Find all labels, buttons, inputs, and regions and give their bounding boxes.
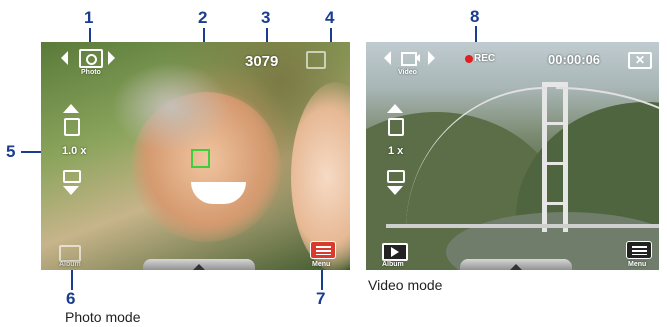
photo-mode-label: Photo [81, 69, 101, 76]
video-mode-screen: Video REC 00:00:06 ✕ 1 x Album Menu [366, 42, 659, 270]
rec-icon [465, 55, 473, 63]
video-camera-icon[interactable] [401, 50, 420, 66]
callout-line-7 [321, 268, 323, 290]
video-zoom-level: 1 x [388, 145, 404, 157]
video-menu-icon[interactable] [626, 241, 652, 259]
callout-4: 4 [325, 8, 335, 27]
close-icon[interactable] [306, 51, 326, 69]
focus-bracket-icon [191, 149, 210, 168]
callout-5: 5 [6, 142, 16, 161]
camera-icon[interactable] [79, 49, 103, 68]
video-zoom-in-arrow-icon[interactable] [387, 104, 403, 113]
prev-mode-arrow-icon[interactable] [61, 51, 68, 65]
bridge-cable-right [556, 87, 659, 229]
zoom-in-icon[interactable] [64, 118, 80, 136]
video-menu-label[interactable]: Menu [628, 261, 646, 268]
video-mode-label: Video [398, 69, 417, 76]
zoom-out-icon[interactable] [63, 170, 81, 183]
zoom-in-arrow-icon[interactable] [63, 104, 79, 113]
capture-button[interactable] [143, 259, 255, 270]
zoom-out-arrow-icon[interactable] [63, 186, 79, 195]
bridge-cable-left [406, 87, 546, 229]
video-prev-mode-arrow-icon[interactable] [384, 51, 391, 65]
rec-label: REC [474, 53, 496, 64]
video-mode-caption: Video mode [368, 277, 443, 293]
photo-mode-screen: Photo 3079 1.0 x Album Menu [41, 42, 350, 270]
callout-3: 3 [261, 8, 271, 27]
callout-8: 8 [470, 7, 480, 26]
callout-2: 2 [198, 8, 208, 27]
menu-icon[interactable] [310, 241, 336, 259]
callout-6: 6 [66, 289, 76, 308]
photo-mode-caption: Photo mode [65, 309, 141, 325]
callout-1: 1 [84, 8, 94, 27]
video-zoom-out-icon[interactable] [387, 170, 405, 183]
photo-menu-label[interactable]: Menu [312, 261, 330, 268]
video-timer: 00:00:06 [548, 52, 601, 67]
video-capture-button[interactable] [460, 259, 572, 270]
album-icon[interactable] [59, 245, 81, 262]
next-mode-arrow-icon[interactable] [108, 51, 115, 65]
video-album-icon[interactable] [382, 243, 408, 261]
video-next-mode-arrow-icon[interactable] [428, 51, 435, 65]
photo-zoom-level: 1.0 x [62, 145, 87, 157]
video-zoom-in-icon[interactable] [388, 118, 404, 136]
photo-subject-hair [111, 62, 231, 152]
callout-line-6 [71, 268, 73, 290]
callout-7: 7 [316, 289, 326, 308]
shots-remaining: 3079 [245, 53, 279, 70]
video-album-label[interactable]: Album [382, 261, 404, 268]
photo-album-label[interactable]: Album [59, 261, 81, 268]
video-close-icon[interactable]: ✕ [628, 52, 652, 69]
video-zoom-out-arrow-icon[interactable] [387, 186, 403, 195]
